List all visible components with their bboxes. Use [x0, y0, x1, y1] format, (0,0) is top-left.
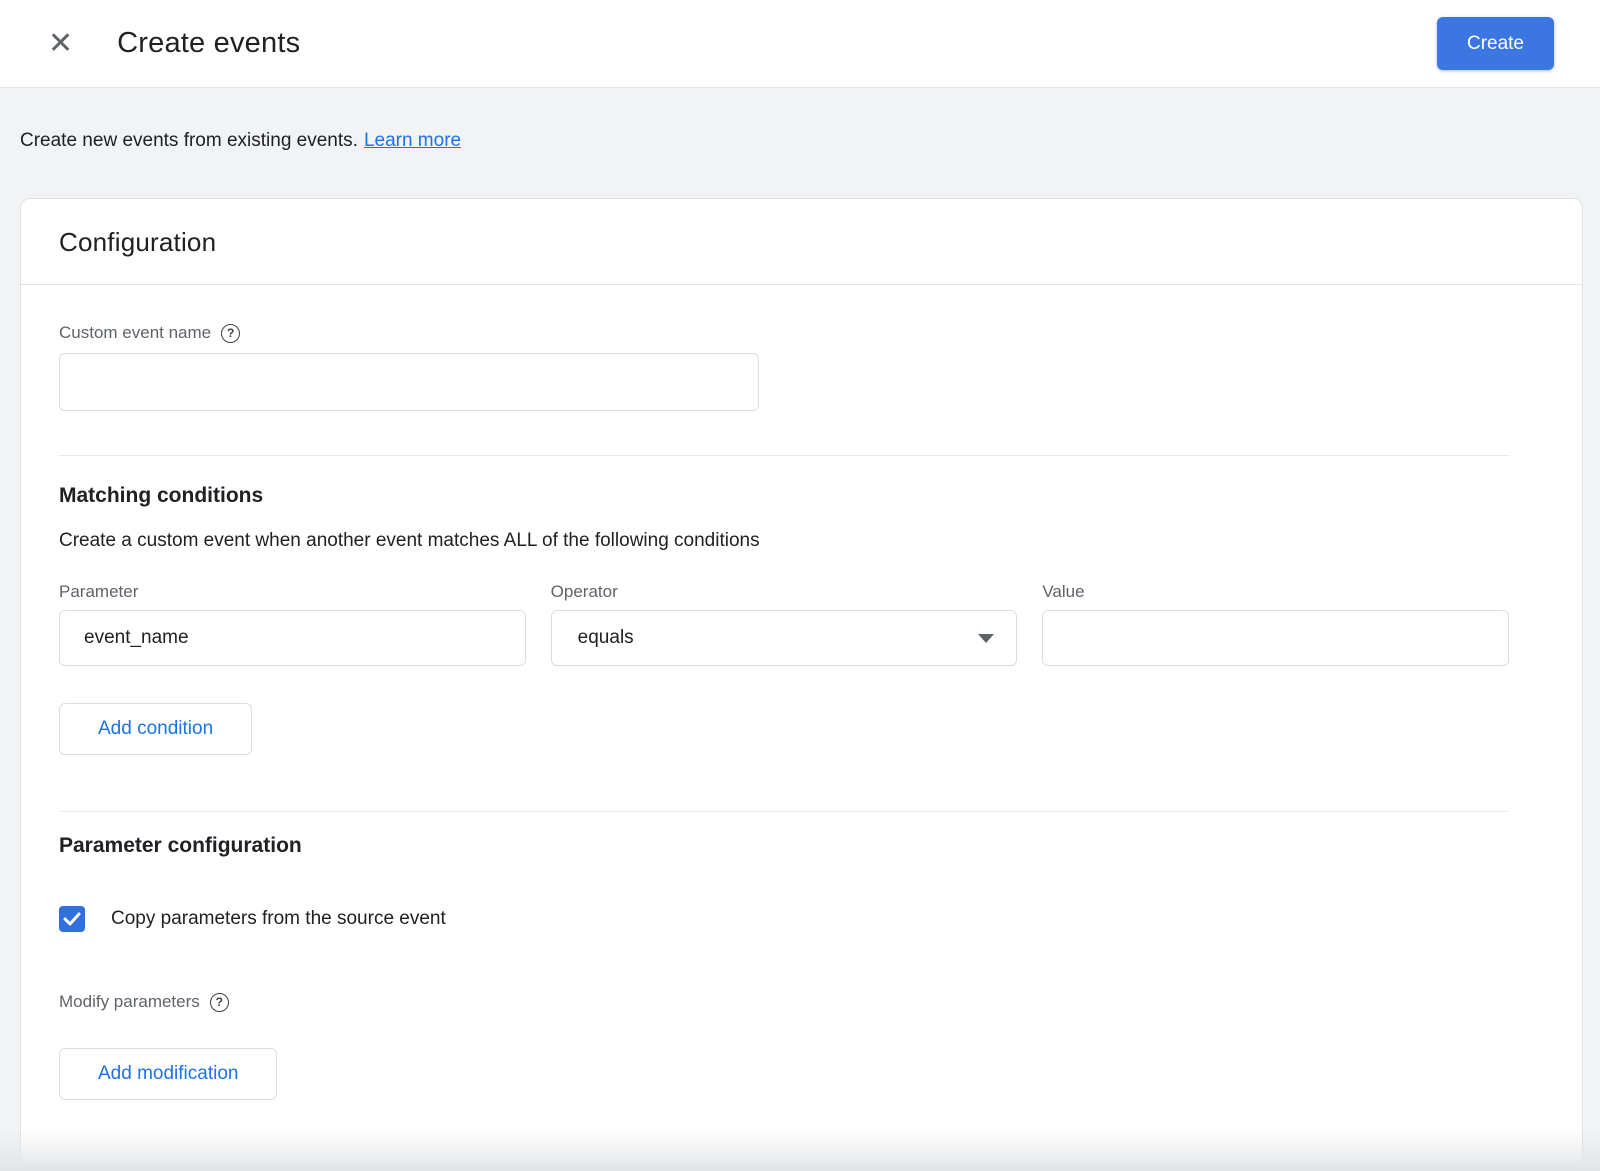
card-body: Custom event name ? Matching conditions … — [21, 323, 1582, 1100]
close-icon[interactable]: ✕ — [46, 27, 75, 61]
copy-parameters-checkbox[interactable] — [59, 906, 85, 932]
custom-event-name-label: Custom event name — [59, 323, 212, 342]
section-divider — [59, 455, 1509, 456]
matching-conditions-description: Create a custom event when another event… — [59, 530, 760, 551]
add-modification-button[interactable]: Add modification — [59, 1048, 278, 1100]
add-condition-button[interactable]: Add condition — [59, 703, 253, 755]
operator-field: Operator equals — [550, 582, 1018, 666]
copy-parameters-row[interactable]: Copy parameters from the source event — [59, 906, 1509, 932]
configuration-section-title: Configuration — [59, 227, 217, 257]
learn-more-link[interactable]: Learn more — [364, 130, 461, 151]
condition-row: Parameter Operator equals Value — [59, 582, 1510, 666]
operator-select[interactable]: equals — [550, 610, 1018, 666]
parameter-input[interactable] — [59, 610, 526, 666]
intro-line: Create new events from existing events. L… — [0, 88, 1600, 152]
custom-event-name-block: Custom event name ? — [59, 323, 1509, 411]
modify-parameters-block: Modify parameters ? — [59, 992, 1509, 1012]
configuration-card: Configuration Custom event name ? Matchi… — [20, 198, 1583, 1166]
value-input[interactable] — [1042, 610, 1510, 666]
parameter-field: Parameter — [59, 582, 526, 666]
help-icon[interactable]: ? — [221, 323, 241, 343]
card-header: Configuration — [21, 199, 1582, 285]
value-field: Value — [1042, 582, 1510, 666]
parameter-configuration-title: Parameter configuration — [59, 834, 302, 857]
parameter-label: Parameter — [59, 582, 139, 601]
custom-event-name-input[interactable] — [59, 353, 759, 411]
chevron-down-icon — [978, 633, 995, 643]
operator-label: Operator — [550, 582, 618, 601]
operator-selected-value: equals — [577, 627, 634, 648]
help-icon[interactable]: ? — [209, 992, 229, 1012]
checkmark-icon — [63, 912, 81, 926]
page-title: Create events — [117, 27, 301, 59]
section-divider — [59, 811, 1509, 812]
dialog-header: ✕ Create events Create — [0, 0, 1600, 88]
intro-text: Create new events from existing events. — [20, 130, 358, 151]
modify-parameters-label: Modify parameters — [59, 992, 200, 1011]
create-button[interactable]: Create — [1436, 17, 1554, 70]
copy-parameters-label: Copy parameters from the source event — [111, 908, 446, 929]
matching-conditions-title: Matching conditions — [59, 484, 264, 507]
value-label: Value — [1042, 582, 1085, 601]
